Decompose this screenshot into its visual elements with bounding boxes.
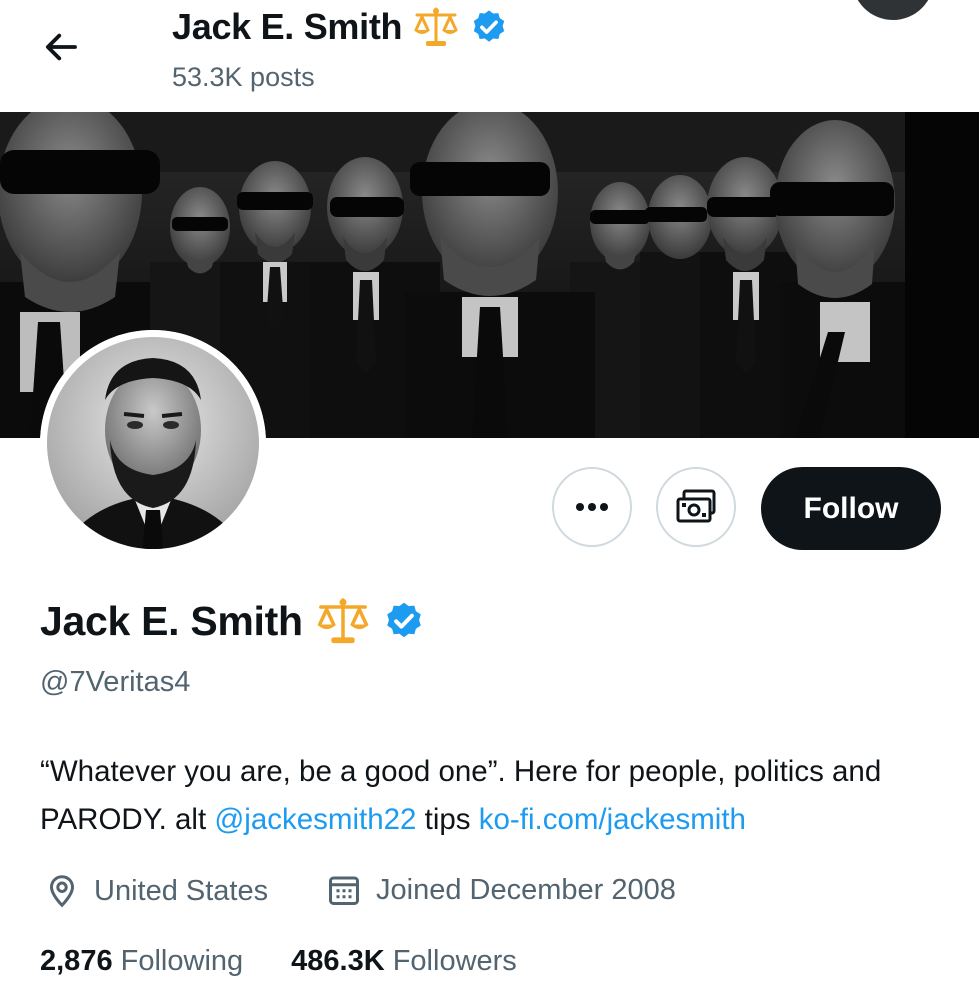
overlay-button[interactable] bbox=[852, 0, 934, 20]
followers-count: 486.3K bbox=[291, 945, 385, 977]
header-name: Jack E. Smith bbox=[172, 6, 403, 47]
tips-button[interactable] bbox=[656, 467, 736, 547]
verified-badge-icon bbox=[474, 10, 505, 42]
profile-stats: 2,876 Following 486.3K Followers bbox=[40, 945, 517, 978]
profile-name: Jack E. Smith bbox=[40, 597, 303, 644]
following-count: 2,876 bbox=[40, 945, 113, 977]
more-dots-icon bbox=[576, 503, 608, 511]
bio-mention-link[interactable]: @jackesmith22 bbox=[214, 803, 416, 836]
header-post-count: 53.3K posts bbox=[172, 62, 315, 92]
following-link[interactable]: 2,876 Following bbox=[40, 945, 243, 978]
profile-page: Jack E. Smith 53.3K posts Follow Jack E.… bbox=[0, 0, 979, 1000]
profile-bio: “Whatever you are, be a good one”. Here … bbox=[40, 748, 940, 844]
followers-label: Followers bbox=[392, 945, 517, 977]
avatar-portrait bbox=[40, 330, 266, 556]
header-title: Jack E. Smith bbox=[172, 6, 508, 48]
profile-handle: @7Veritas4 bbox=[40, 666, 191, 698]
profile-name-row: Jack E. Smith bbox=[40, 596, 425, 646]
arrow-left-icon bbox=[45, 33, 77, 61]
follow-button[interactable]: Follow bbox=[761, 467, 941, 550]
bio-text: tips bbox=[416, 803, 479, 836]
joined-text: Joined December 2008 bbox=[376, 873, 676, 906]
following-label: Following bbox=[120, 945, 244, 977]
scales-emoji-icon bbox=[317, 598, 369, 644]
back-button[interactable] bbox=[36, 22, 86, 72]
calendar-icon bbox=[329, 876, 359, 905]
more-options-button[interactable] bbox=[552, 467, 632, 547]
profile-location: United States bbox=[44, 872, 268, 910]
profile-joined-date: Joined December 2008 bbox=[326, 872, 676, 908]
location-text: United States bbox=[94, 874, 269, 907]
profile-header: Jack E. Smith 53.3K posts bbox=[0, 0, 979, 112]
verified-badge-icon[interactable] bbox=[383, 600, 425, 642]
followers-link[interactable]: 486.3K Followers bbox=[291, 945, 517, 978]
profile-avatar[interactable] bbox=[40, 330, 266, 556]
location-pin-icon bbox=[49, 875, 75, 908]
bio-tips-link[interactable]: ko-fi.com/jackesmith bbox=[479, 803, 746, 836]
money-icon bbox=[676, 489, 716, 523]
scales-emoji-icon bbox=[414, 7, 459, 46]
